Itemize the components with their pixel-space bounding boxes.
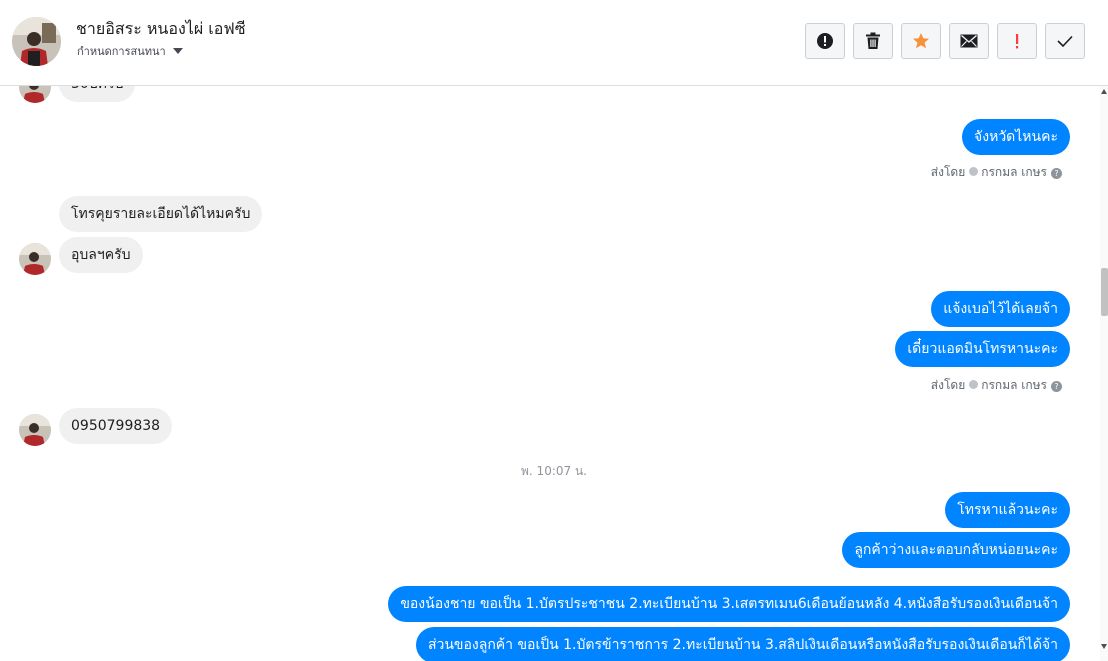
message-thread[interactable]: 30บครับ จังหวัดไหนคะ ส่งโดยกรกมล เกษร? โ… [0,86,1100,661]
contact-name: ชายอิสระ หนองไผ่ เอฟซี [76,19,246,38]
exclamation-circle-icon [817,33,833,49]
envelope-icon [960,34,978,48]
checkmark-icon [1057,35,1073,48]
trash-icon [866,32,880,49]
help-icon[interactable]: ? [1051,381,1062,392]
incoming-message: 30บครับ [59,86,136,102]
contact-avatar-small [19,86,51,103]
scroll-up-arrow-icon[interactable] [1101,89,1107,94]
contact-avatar-small [19,414,51,446]
incoming-message: อุบลฯครับ [59,237,143,273]
scroll-down-arrow-icon[interactable] [1101,644,1107,649]
schedule-dropdown[interactable]: กำหนดการสนทนา [77,42,183,60]
outgoing-message: โทรหาแล้วนะคะ [945,492,1070,528]
incoming-message: 0950799838 [59,408,173,444]
contact-avatar[interactable] [12,17,61,66]
schedule-label: กำหนดการสนทนา [77,45,166,58]
incoming-message: โทรคุยรายละเอียดได้ไหมครับ [59,196,263,232]
conversation-header: ชายอิสระ หนองไผ่ เอฟซี กำหนดการสนทนา [0,0,1108,86]
sent-by-prefix: ส่งโดย [930,378,966,392]
outgoing-message: เดี๋ยวแอดมินโทรหานะคะ [895,331,1070,367]
star-button[interactable] [901,23,941,59]
help-icon[interactable]: ? [1051,168,1062,179]
star-icon [913,33,929,49]
message-timestamp: พ. 10:07 น. [521,464,587,478]
sent-by-name: กรกมล เกษร [981,165,1047,179]
sent-by-label: ส่งโดย กรกมล เกษร? [931,376,1062,395]
outgoing-message: ของน้องชาย ขอเป็น 1.บัตรประชาชน 2.ทะเบีย… [388,586,1070,622]
mark-unread-button[interactable] [949,23,989,59]
thread-scrollbar[interactable] [1100,86,1108,661]
spam-button[interactable] [997,23,1037,59]
sent-by-name: กรกมล เกษร [981,378,1047,392]
outgoing-message: ส่วนของลูกค้า ขอเป็น 1.บัตรข้าราชการ 2.ท… [415,627,1070,661]
sent-by-prefix: ส่งโดย [930,165,966,179]
caret-down-icon [172,48,183,54]
info-button[interactable] [805,23,845,59]
contact-avatar-small [19,243,51,275]
done-button[interactable] [1045,23,1085,59]
delete-button[interactable] [853,23,893,59]
exclamation-icon [1016,34,1019,49]
check-circle-icon [969,380,979,389]
outgoing-message: ลูกค้าว่างและตอบกลับหน่อยนะคะ [842,532,1070,568]
outgoing-message: จังหวัดไหนคะ [962,119,1070,155]
outgoing-message: แจ้งเบอไว้ได้เลยจ้า [931,291,1070,327]
check-circle-icon [969,167,979,176]
sent-by-label: ส่งโดย กรกมล เกษร? [931,163,1062,182]
messenger-window: ชายอิสระ หนองไผ่ เอฟซี กำหนดการสนทนา 30บ… [0,0,1108,661]
scrollbar-thumb[interactable] [1101,268,1108,316]
